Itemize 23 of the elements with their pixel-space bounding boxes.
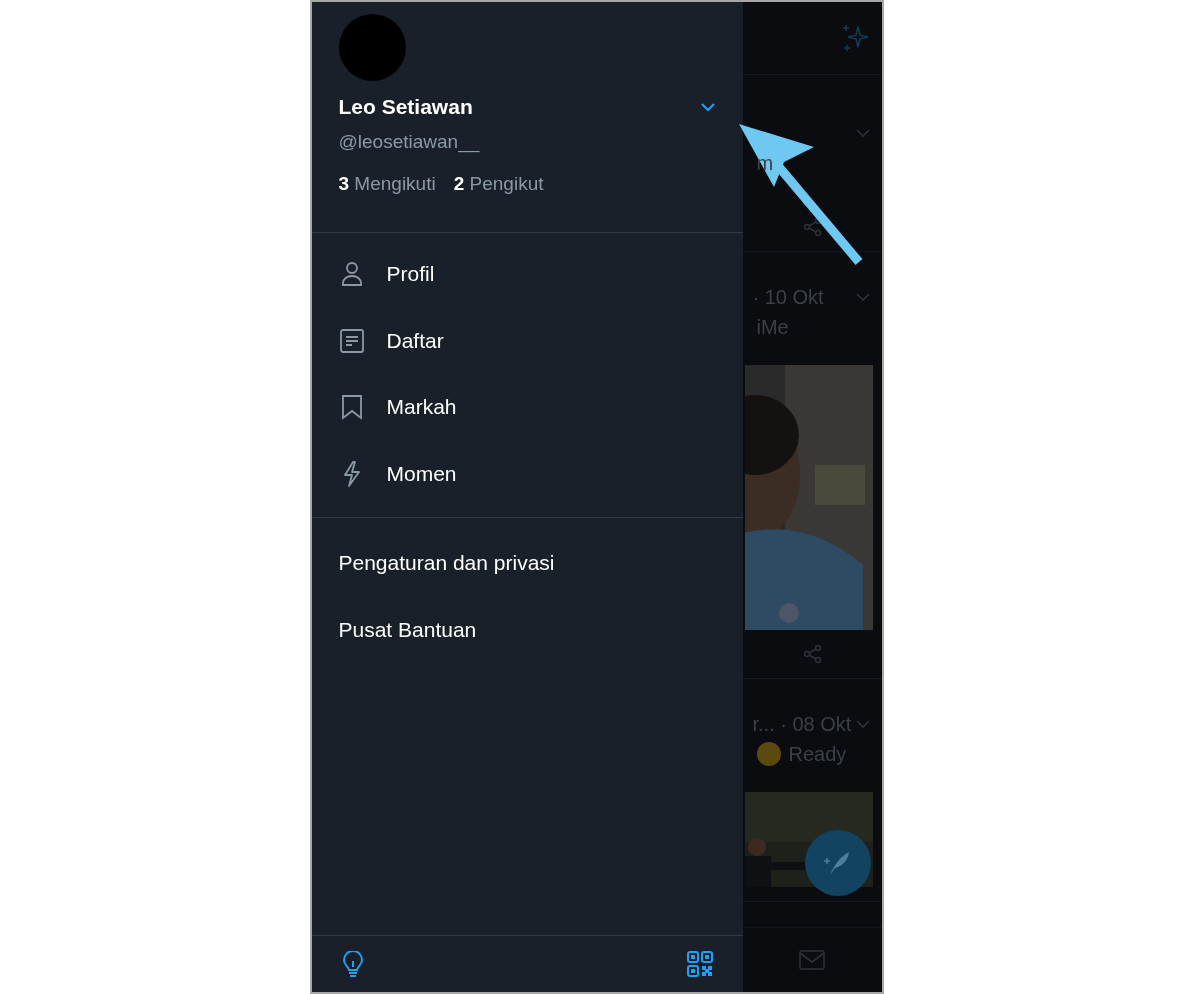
tweet-meta: · 10 Okt bbox=[752, 285, 824, 309]
mail-icon[interactable] bbox=[799, 950, 825, 970]
menu-item[interactable]: Profil bbox=[311, 241, 743, 308]
menu-item[interactable]: Pusat Bantuan bbox=[311, 596, 743, 663]
tweet-meta: r... · 08 Okt bbox=[752, 712, 852, 736]
menu-item[interactable]: Momen bbox=[311, 440, 743, 507]
tweet-text: iMe bbox=[756, 315, 789, 339]
chevron-down-icon[interactable] bbox=[699, 102, 716, 112]
lightbulb-icon[interactable] bbox=[341, 951, 364, 977]
menu-item[interactable]: Daftar bbox=[311, 307, 743, 374]
qr-code-icon[interactable] bbox=[686, 951, 713, 977]
share-icon[interactable] bbox=[803, 217, 823, 237]
menu-item[interactable]: Markah bbox=[311, 374, 743, 441]
menu-item[interactable]: Pengaturan dan privasi bbox=[311, 530, 743, 597]
sparkle-icon[interactable] bbox=[841, 23, 870, 53]
person-icon bbox=[339, 261, 364, 288]
bookmark-icon bbox=[339, 394, 364, 421]
document-icon bbox=[339, 327, 364, 354]
profile-name: Leo Setiawan bbox=[338, 95, 473, 119]
followers-link[interactable]: 2 Pengikut bbox=[453, 173, 544, 195]
following-link[interactable]: 3 Mengikuti bbox=[338, 173, 436, 195]
tweet-text: Ready bbox=[788, 742, 847, 766]
profile-handle: @leosetiawan__ bbox=[338, 131, 481, 153]
